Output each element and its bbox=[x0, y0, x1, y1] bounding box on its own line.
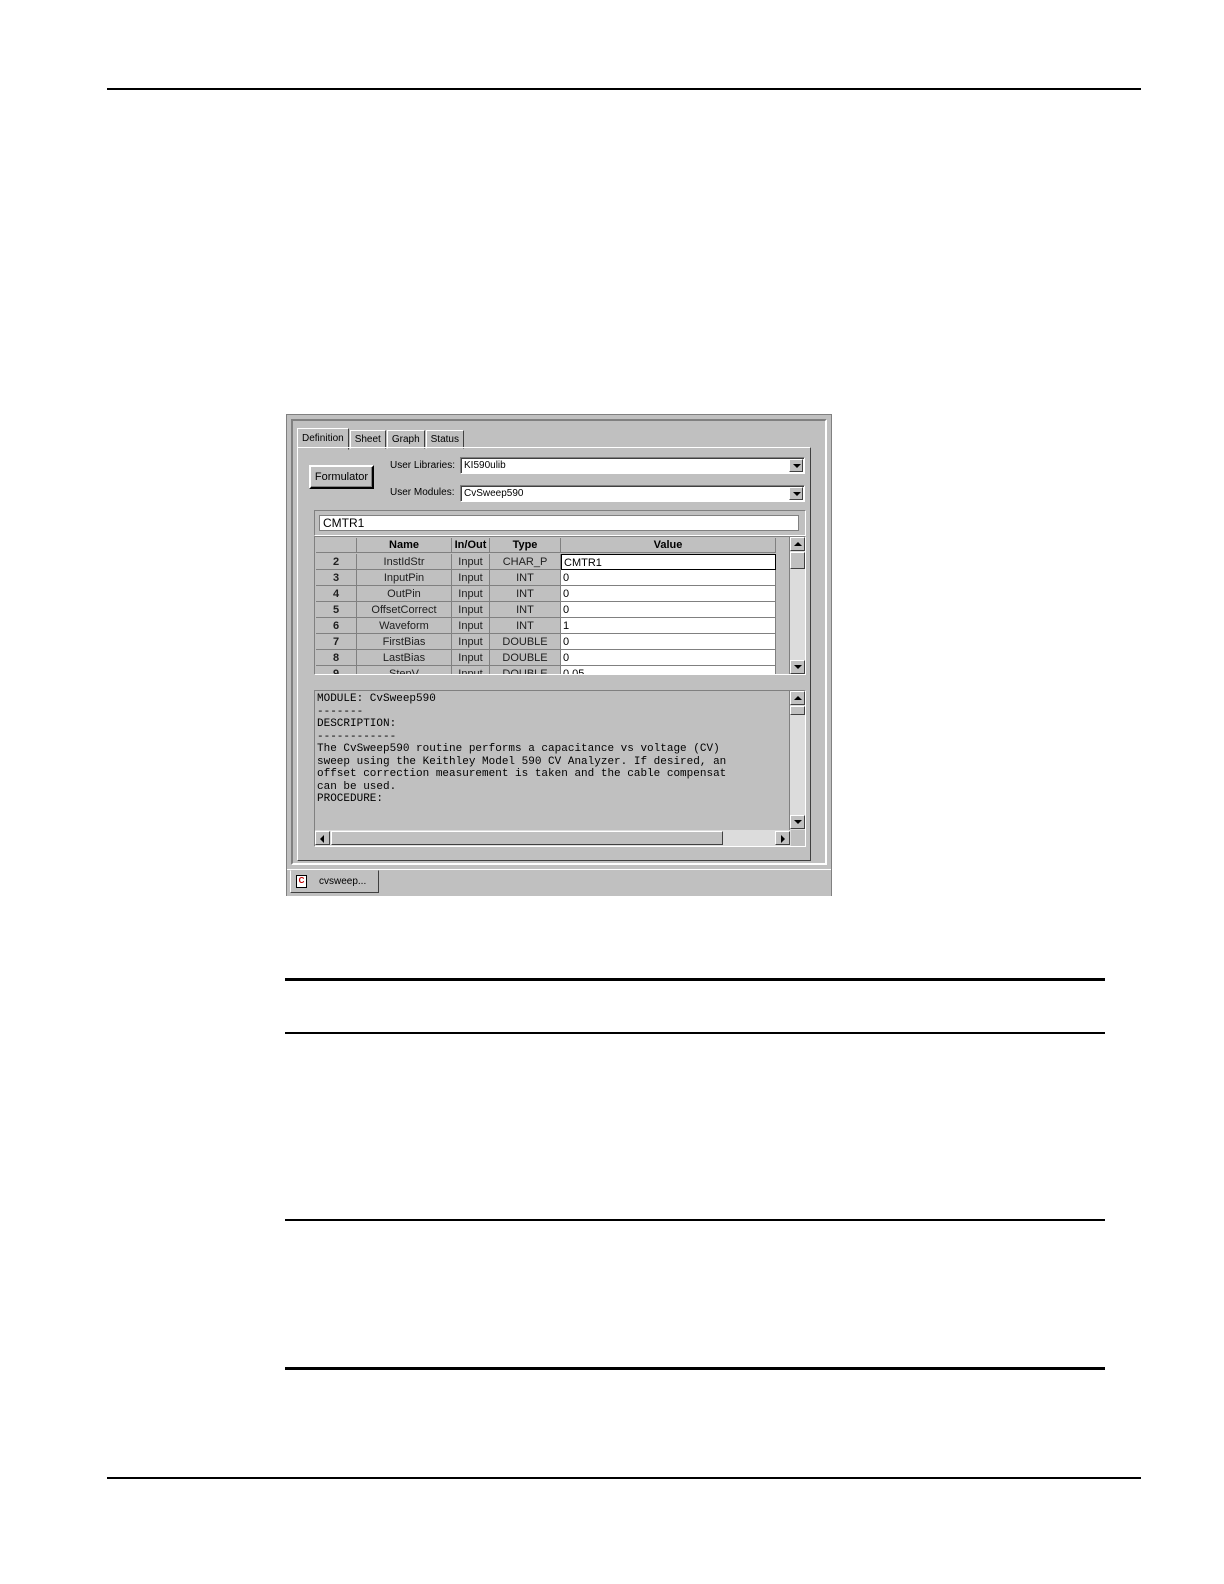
header-rule bbox=[107, 88, 1141, 90]
scroll-down-icon[interactable] bbox=[790, 815, 805, 829]
param-inout: Input bbox=[452, 570, 490, 586]
description-line: offset correction measurement is taken a… bbox=[317, 768, 727, 780]
param-inout: Input bbox=[452, 586, 490, 602]
user-modules-label: User Modules: bbox=[390, 487, 455, 498]
column-header-type[interactable]: Type bbox=[490, 538, 561, 553]
instrument-field-frame: CMTR1 bbox=[314, 510, 806, 536]
column-header-inout[interactable]: In/Out bbox=[452, 538, 490, 553]
tab-strip: Definition Sheet Graph Status bbox=[297, 427, 465, 450]
row-number: 2 bbox=[316, 554, 357, 570]
column-header-value[interactable]: Value bbox=[561, 538, 776, 553]
section-rule bbox=[285, 1219, 1105, 1221]
param-name: InputPin bbox=[357, 570, 452, 586]
param-type: DOUBLE bbox=[490, 634, 561, 650]
scroll-up-icon[interactable] bbox=[790, 691, 805, 705]
row-number: 7 bbox=[316, 634, 357, 650]
param-value[interactable]: 0 bbox=[561, 650, 776, 666]
param-value[interactable]: 0.05 bbox=[561, 666, 776, 674]
scroll-left-icon[interactable] bbox=[315, 831, 330, 845]
param-inout: Input bbox=[452, 634, 490, 650]
user-modules-select[interactable]: CvSweep590 bbox=[460, 485, 805, 502]
param-type: CHAR_P bbox=[490, 554, 561, 570]
scroll-down-icon[interactable] bbox=[790, 660, 805, 674]
document-tab-bar: C cvsweep... bbox=[287, 869, 831, 896]
c-file-icon: C bbox=[296, 875, 307, 888]
param-name: FirstBias bbox=[357, 634, 452, 650]
param-inout: Input bbox=[452, 602, 490, 618]
grid-corner-header bbox=[316, 538, 357, 553]
description-line: The CvSweep590 routine performs a capaci… bbox=[317, 743, 720, 755]
instrument-field[interactable]: CMTR1 bbox=[319, 515, 799, 531]
param-value[interactable]: 0 bbox=[561, 602, 776, 618]
param-inout: Input bbox=[452, 554, 490, 570]
param-value[interactable]: 0 bbox=[561, 634, 776, 650]
param-type: INT bbox=[490, 570, 561, 586]
row-number: 4 bbox=[316, 586, 357, 602]
param-inout: Input bbox=[452, 618, 490, 634]
document-tab[interactable]: C cvsweep... bbox=[290, 870, 379, 893]
module-description-text: MODULE: CvSweep590 ------- DESCRIPTION: ---… bbox=[317, 693, 789, 831]
section-rule bbox=[285, 1032, 1105, 1034]
grid-vertical-scrollbar[interactable] bbox=[789, 537, 805, 674]
section-rule bbox=[285, 1367, 1105, 1370]
param-type: DOUBLE bbox=[490, 650, 561, 666]
scroll-thumb[interactable] bbox=[331, 831, 723, 845]
row-number: 9 bbox=[316, 666, 357, 674]
param-value[interactable]: 0 bbox=[561, 586, 776, 602]
param-name: InstIdStr bbox=[357, 554, 452, 570]
scroll-thumb[interactable] bbox=[790, 552, 805, 569]
param-value[interactable]: 1 bbox=[561, 618, 776, 634]
section-rule bbox=[285, 978, 1105, 981]
row-number: 5 bbox=[316, 602, 357, 618]
description-line: sweep using the Keithley Model 590 CV An… bbox=[317, 755, 727, 768]
user-libraries-label: User Libraries: bbox=[390, 460, 456, 471]
param-name: StepV bbox=[357, 666, 452, 674]
param-type: DOUBLE bbox=[490, 666, 561, 674]
kite-window-screenshot: Definition Sheet Graph Status Formulator… bbox=[286, 414, 832, 896]
document-tab-label: cvsweep... bbox=[319, 876, 367, 887]
param-name: Waveform bbox=[357, 618, 452, 634]
description-line: ------------ bbox=[317, 730, 397, 743]
chevron-down-icon[interactable] bbox=[789, 487, 803, 500]
scroll-thumb[interactable] bbox=[790, 706, 805, 715]
param-name: LastBias bbox=[357, 650, 452, 666]
param-name: OutPin bbox=[357, 586, 452, 602]
row-number: 6 bbox=[316, 618, 357, 634]
description-line: DESCRIPTION: bbox=[317, 718, 397, 730]
formulator-button[interactable]: Formulator bbox=[309, 465, 374, 489]
description-line: can be used. bbox=[317, 780, 397, 793]
param-type: INT bbox=[490, 602, 561, 618]
param-value[interactable]: 0 bbox=[561, 570, 776, 586]
param-name: OffsetCorrect bbox=[357, 602, 452, 618]
description-line: PROCEDURE: bbox=[317, 793, 384, 805]
description-horizontal-scrollbar[interactable] bbox=[315, 830, 791, 846]
description-line: MODULE: CvSweep590 bbox=[317, 693, 436, 705]
row-number: 3 bbox=[316, 570, 357, 586]
parameter-grid: Name In/Out Type Value 2 InstIdStr Input… bbox=[314, 536, 806, 675]
column-header-name[interactable]: Name bbox=[357, 538, 452, 553]
param-value[interactable]: CMTR1 bbox=[561, 554, 776, 570]
param-type: INT bbox=[490, 618, 561, 634]
chevron-down-icon[interactable] bbox=[789, 459, 803, 472]
description-vertical-scrollbar[interactable] bbox=[789, 691, 805, 830]
user-libraries-select[interactable]: KI590ulib bbox=[460, 457, 805, 474]
user-modules-value: CvSweep590 bbox=[464, 488, 524, 499]
scroll-right-icon[interactable] bbox=[775, 831, 790, 845]
param-inout: Input bbox=[452, 650, 490, 666]
footer-rule bbox=[107, 1477, 1141, 1479]
module-description-box[interactable]: MODULE: CvSweep590 ------- DESCRIPTION: ---… bbox=[314, 690, 806, 847]
row-number: 8 bbox=[316, 650, 357, 666]
scroll-up-icon[interactable] bbox=[790, 537, 805, 551]
description-line: ------- bbox=[317, 705, 364, 718]
user-libraries-value: KI590ulib bbox=[464, 460, 506, 471]
param-inout: Input bbox=[452, 666, 490, 674]
param-type: INT bbox=[490, 586, 561, 602]
